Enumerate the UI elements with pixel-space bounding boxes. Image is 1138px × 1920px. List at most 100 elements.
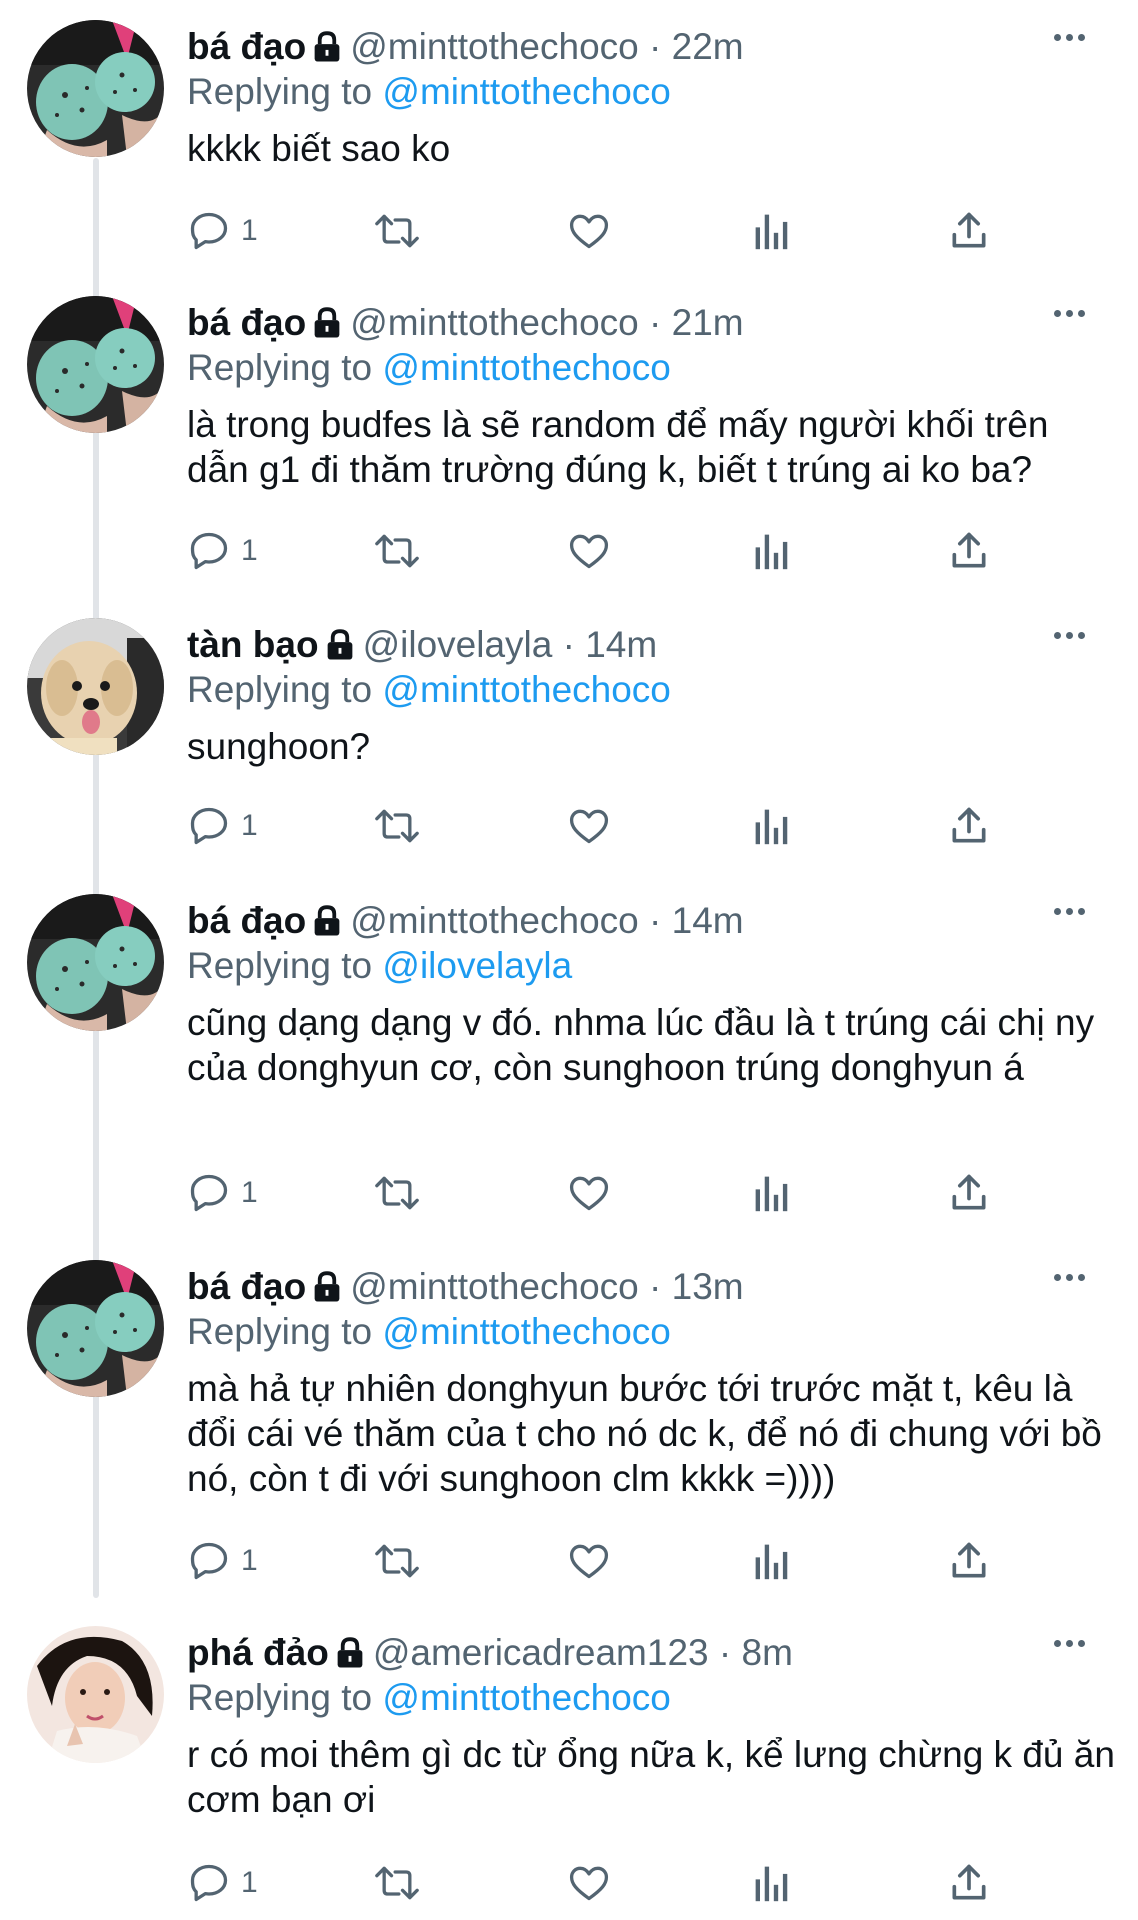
- like-button[interactable]: [567, 800, 611, 852]
- avatar[interactable]: [27, 296, 164, 433]
- more-options-icon[interactable]: [1054, 34, 1085, 41]
- tweet[interactable]: bá đạo @minttothechoco · 21m Replying to …: [0, 276, 1138, 598]
- share-button[interactable]: [947, 1535, 991, 1587]
- retweet-icon: [372, 209, 422, 253]
- share-button[interactable]: [947, 205, 991, 257]
- tweet-text: là trong budfes là sẽ random để mấy ngườ…: [187, 404, 1059, 490]
- like-button[interactable]: [567, 525, 611, 577]
- replying-to-label: Replying to: [187, 71, 373, 112]
- analytics-button[interactable]: [752, 525, 792, 577]
- user-handle[interactable]: @minttothechoco: [350, 302, 638, 343]
- replying-to-label: Replying to: [187, 347, 373, 388]
- share-button[interactable]: [947, 1167, 991, 1219]
- avatar[interactable]: [27, 20, 164, 157]
- reply-button[interactable]: 1: [187, 1857, 258, 1909]
- display-name[interactable]: bá đạo: [187, 26, 306, 67]
- display-name[interactable]: bá đạo: [187, 1266, 306, 1307]
- tweet-header: bá đạo @minttothechoco · 21m: [187, 298, 1098, 348]
- like-button[interactable]: [567, 1167, 611, 1219]
- like-button[interactable]: [567, 205, 611, 257]
- reply-count: 1: [241, 214, 258, 247]
- replying-to-line: Replying to @minttothechoco: [187, 1312, 1098, 1354]
- display-name[interactable]: tàn bạo: [187, 624, 319, 665]
- analytics-button[interactable]: [752, 800, 792, 852]
- share-button[interactable]: [947, 525, 991, 577]
- display-name[interactable]: bá đạo: [187, 302, 306, 343]
- tweet-text: mà hả tự nhiên donghyun bước tới trước m…: [187, 1368, 1113, 1499]
- share-icon: [947, 804, 991, 848]
- reply-count: 1: [241, 1544, 258, 1577]
- tweet-header: phá đảo @americadream123 · 8m: [187, 1628, 1098, 1678]
- reply-button[interactable]: 1: [187, 1535, 258, 1587]
- reply-count: 1: [241, 809, 258, 842]
- tweet[interactable]: bá đạo @minttothechoco · 13m Replying to …: [0, 1240, 1138, 1606]
- retweet-button[interactable]: [372, 1167, 422, 1219]
- analytics-icon: [752, 804, 792, 848]
- user-handle[interactable]: @minttothechoco: [350, 900, 638, 941]
- retweet-button[interactable]: [372, 205, 422, 257]
- reply-button[interactable]: 1: [187, 525, 258, 577]
- reply-icon: [187, 529, 231, 573]
- separator-dot: ·: [649, 1266, 662, 1307]
- retweet-button[interactable]: [372, 800, 422, 852]
- timestamp[interactable]: 14m: [585, 624, 657, 665]
- more-options-icon[interactable]: [1054, 310, 1085, 317]
- user-handle[interactable]: @minttothechoco: [350, 26, 638, 67]
- replying-to-line: Replying to @ilovelayla: [187, 946, 1098, 988]
- share-button[interactable]: [947, 1857, 991, 1909]
- replying-to-user-link[interactable]: @minttothechoco: [382, 71, 670, 112]
- user-handle[interactable]: @minttothechoco: [350, 1266, 638, 1307]
- lock-icon: [312, 302, 342, 352]
- tweet-header: bá đạo @minttothechoco · 13m: [187, 1262, 1098, 1312]
- share-icon: [947, 209, 991, 253]
- analytics-button[interactable]: [752, 205, 792, 257]
- timestamp[interactable]: 13m: [672, 1266, 744, 1307]
- like-button[interactable]: [567, 1535, 611, 1587]
- replying-to-user-link[interactable]: @minttothechoco: [382, 347, 670, 388]
- retweet-button[interactable]: [372, 1535, 422, 1587]
- timestamp[interactable]: 21m: [672, 302, 744, 343]
- reply-button[interactable]: 1: [187, 205, 258, 257]
- timestamp[interactable]: 8m: [742, 1632, 793, 1673]
- analytics-button[interactable]: [752, 1857, 792, 1909]
- display-name[interactable]: bá đạo: [187, 900, 306, 941]
- tweet[interactable]: phá đảo @americadream123 · 8m Replying to…: [0, 1606, 1138, 1920]
- retweet-button[interactable]: [372, 1857, 422, 1909]
- replying-to-user-link[interactable]: @minttothechoco: [382, 669, 670, 710]
- analytics-button[interactable]: [752, 1167, 792, 1219]
- analytics-icon: [752, 209, 792, 253]
- reply-icon: [187, 209, 231, 253]
- replying-to-line: Replying to @minttothechoco: [187, 72, 1098, 114]
- replying-to-user-link[interactable]: @minttothechoco: [382, 1311, 670, 1352]
- retweet-button[interactable]: [372, 525, 422, 577]
- share-icon: [947, 1861, 991, 1905]
- replying-to-user-link[interactable]: @ilovelayla: [382, 945, 572, 986]
- more-options-icon[interactable]: [1054, 1640, 1085, 1647]
- replying-to-user-link[interactable]: @minttothechoco: [382, 1677, 670, 1718]
- like-button[interactable]: [567, 1857, 611, 1909]
- timestamp[interactable]: 14m: [672, 900, 744, 941]
- retweet-icon: [372, 529, 422, 573]
- reply-icon: [187, 1539, 231, 1583]
- tweet[interactable]: bá đạo @minttothechoco · 14m Replying to …: [0, 874, 1138, 1240]
- replying-to-label: Replying to: [187, 1677, 373, 1718]
- avatar[interactable]: [27, 1260, 164, 1397]
- avatar[interactable]: [27, 894, 164, 1031]
- tweet[interactable]: tàn bạo @ilovelayla · 14m Replying to @mi…: [0, 598, 1138, 874]
- more-options-icon[interactable]: [1054, 1274, 1085, 1281]
- user-handle[interactable]: @americadream123: [373, 1632, 709, 1673]
- share-button[interactable]: [947, 800, 991, 852]
- share-icon: [947, 1539, 991, 1583]
- reply-button[interactable]: 1: [187, 1167, 258, 1219]
- avatar[interactable]: [27, 618, 164, 755]
- display-name[interactable]: phá đảo: [187, 1632, 329, 1673]
- user-handle[interactable]: @ilovelayla: [363, 624, 553, 665]
- more-options-icon[interactable]: [1054, 632, 1085, 639]
- timestamp[interactable]: 22m: [672, 26, 744, 67]
- retweet-icon: [372, 804, 422, 848]
- tweet[interactable]: bá đạo @minttothechoco · 22m Replying to …: [0, 0, 1138, 276]
- avatar[interactable]: [27, 1626, 164, 1763]
- more-options-icon[interactable]: [1054, 908, 1085, 915]
- reply-button[interactable]: 1: [187, 800, 258, 852]
- analytics-button[interactable]: [752, 1535, 792, 1587]
